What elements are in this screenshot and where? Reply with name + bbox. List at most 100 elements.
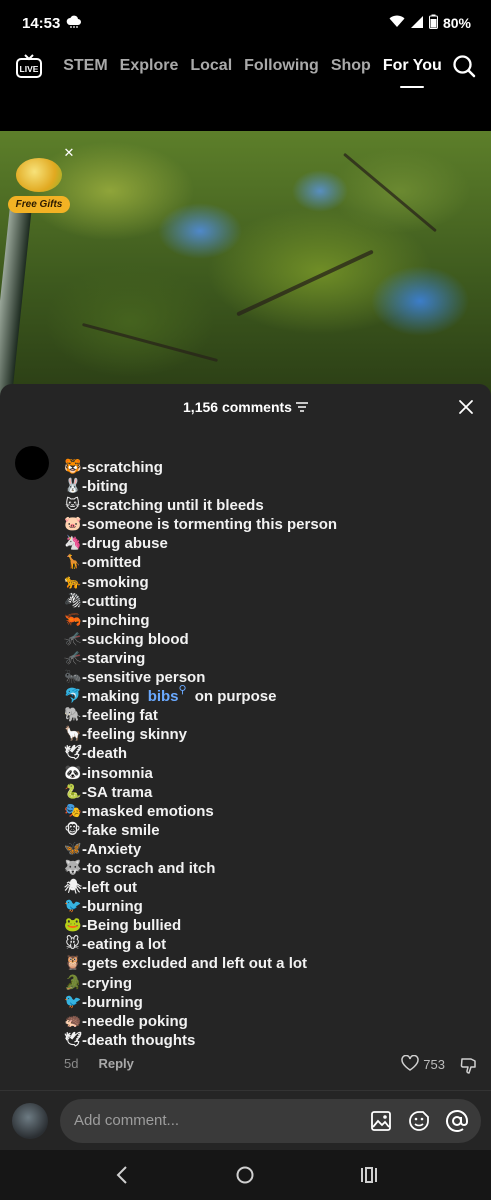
- search-icon[interactable]: ⚲: [179, 681, 187, 700]
- live-tv-icon[interactable]: LIVE: [14, 54, 43, 78]
- search-keyword-link[interactable]: bibs: [148, 687, 179, 706]
- emoji-icon: 🕷: [64, 879, 82, 896]
- comment-line-text: -SA trama: [82, 783, 153, 801]
- comment-line-text: -burning: [82, 898, 143, 916]
- comment-line: 🐸 -Being bullied: [64, 916, 484, 935]
- free-gifts-label: Free Gifts: [8, 196, 70, 213]
- comment-line: 🦉 -gets excluded and left out a lot: [64, 954, 484, 973]
- comment-line: 🦐 -pinching: [64, 611, 484, 630]
- emoji-icon: 🦐: [64, 611, 82, 628]
- compose-bar: Add comment...: [0, 1090, 491, 1150]
- tab-shop[interactable]: Shop: [331, 57, 371, 75]
- like-button[interactable]: 753: [401, 1054, 445, 1074]
- comment-line: 🐘 -feeling fat: [64, 706, 484, 725]
- branch: [343, 152, 437, 233]
- comment-line: 🐦 -burning: [64, 993, 484, 1012]
- comment-input-placeholder[interactable]: Add comment...: [74, 1112, 357, 1129]
- comment-line-text: -sensitive person: [82, 669, 206, 687]
- comment-line-text: -crying: [82, 974, 133, 992]
- emoji-icon: 🐭: [65, 936, 80, 953]
- comment-line-text: -scratching until it bleeds: [82, 497, 264, 515]
- comment-line: 🐺 -to scrach and itch: [64, 859, 484, 878]
- comment-line: 🕊 -death thoughts: [64, 1031, 484, 1050]
- comment-line-text: -needle poking: [82, 1012, 188, 1030]
- comment-line-text: -scratching: [82, 459, 163, 476]
- comment-line-text: -starving: [82, 649, 146, 667]
- home-icon[interactable]: [230, 1160, 260, 1190]
- comments-count-title[interactable]: 1,156 comments: [183, 399, 308, 415]
- battery-icon: [428, 14, 438, 32]
- comment-line-text: -Being bullied: [82, 917, 182, 935]
- tab-following[interactable]: Following: [244, 57, 319, 75]
- back-icon[interactable]: [107, 1160, 137, 1190]
- free-gifts-badge[interactable]: Free Gifts: [8, 152, 72, 214]
- thumbs-down-icon[interactable]: [459, 1056, 479, 1076]
- emoji-icon: 🦙: [64, 726, 82, 743]
- comment-line: 🐯 -scratching: [64, 458, 484, 477]
- comment-text: 🐯 -scratching 🐰 -biting 🐱 -scratching until i…: [64, 458, 484, 1050]
- image-icon[interactable]: [367, 1107, 395, 1135]
- emoji-icon: 🦟: [64, 630, 82, 647]
- emoji-icon: 🐦: [64, 993, 82, 1010]
- emoji-icon: 🐺: [64, 859, 82, 876]
- sort-lines-icon: [295, 399, 308, 415]
- comment-line: 🐦 -burning: [64, 897, 484, 916]
- comment-line-text: -masked emotions: [82, 802, 214, 820]
- comment-line: 🐱 -scratching until it bleeds: [64, 496, 484, 515]
- comment-line-text: -feeling skinny: [82, 726, 188, 744]
- reply-button[interactable]: Reply: [98, 1056, 133, 1071]
- emoji-icon: 🐬: [64, 688, 82, 705]
- branch: [81, 322, 219, 363]
- sheet-header: 1,156 comments: [0, 384, 491, 430]
- tab-explore[interactable]: Explore: [120, 57, 179, 75]
- comment-input[interactable]: Add comment...: [60, 1098, 481, 1143]
- comment-line: 🦙 -feeling skinny: [64, 725, 484, 744]
- comment-line-text: -fake smile: [82, 821, 160, 839]
- comment-line: 🦟 -starving: [64, 649, 484, 668]
- video-background[interactable]: [0, 131, 491, 401]
- comment-line-text: -Anxiety: [82, 840, 142, 858]
- at-icon[interactable]: [443, 1107, 471, 1135]
- comment-line: 🐵 -fake smile: [64, 821, 484, 840]
- emoji-icon: 🕊: [64, 745, 82, 762]
- comment-line-text: -death: [82, 745, 127, 763]
- coin-icon: [16, 158, 62, 192]
- emoji-icon: 🐸: [64, 917, 82, 934]
- tab-stem[interactable]: STEM: [63, 57, 107, 75]
- svg-text:LIVE: LIVE: [19, 64, 38, 74]
- comment-line-text: -to scrach and itch: [82, 859, 216, 877]
- comment-line: 🐼 -insomnia: [64, 764, 484, 783]
- tab-local[interactable]: Local: [190, 57, 232, 75]
- comment-line-text: -eating a lot: [82, 936, 167, 954]
- comments-sheet: 1,156 comments 🐯 -scratching 🐰 -biting 🐱 -scr…: [0, 384, 491, 1090]
- comment-line-text: -omitted: [82, 554, 142, 572]
- emoji-icon: 🐼: [64, 764, 82, 781]
- recents-icon[interactable]: [354, 1160, 384, 1190]
- emoji-icon: 🦉: [64, 955, 82, 972]
- search-icon[interactable]: [450, 51, 479, 81]
- emoji-icon: 🐊: [64, 974, 82, 991]
- comment-line-text: -pinching: [82, 611, 150, 629]
- comment-line: 🐜 -sensitive person: [64, 668, 484, 687]
- wifi-icon: [389, 15, 405, 31]
- close-icon[interactable]: [455, 396, 477, 418]
- comment-line: 🦓 -cutting: [64, 592, 484, 611]
- comment-line: 🐰 -biting: [64, 477, 484, 496]
- comment-line-text: -drug abuse: [82, 535, 168, 553]
- sticker-icon[interactable]: [405, 1107, 433, 1135]
- emoji-icon: 🐦: [64, 898, 82, 915]
- user-avatar[interactable]: [12, 1102, 48, 1139]
- status-time: 14:53: [22, 14, 61, 32]
- android-nav-bar: [0, 1150, 491, 1200]
- cloud-icon: [66, 14, 82, 32]
- close-icon[interactable]: ✕: [62, 146, 76, 160]
- nav-tabs: STEM Explore Local Following Shop For Yo…: [63, 57, 442, 75]
- emoji-icon: 🐱: [65, 497, 80, 514]
- emoji-icon: 🐰: [64, 478, 82, 495]
- like-count: 753: [423, 1057, 445, 1072]
- commenter-avatar[interactable]: [15, 446, 49, 480]
- comment-line: 🐆 -smoking: [64, 573, 484, 592]
- emoji-icon: 🐜: [64, 669, 82, 686]
- status-bar: 14:53 80%: [0, 0, 491, 46]
- tab-for-you[interactable]: For You: [383, 57, 442, 75]
